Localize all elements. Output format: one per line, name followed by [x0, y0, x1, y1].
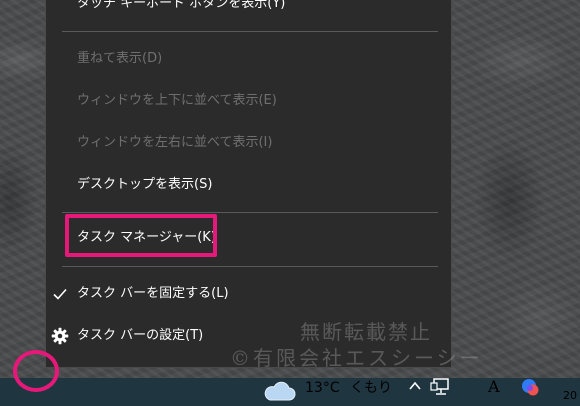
weather-condition-text[interactable]: くもり	[350, 378, 392, 398]
taskbar-context-menu: タッチ キーボード ボタンを表示(Y) 重ねて表示(D) ウィンドウを上下に並べ…	[45, 0, 452, 368]
menu-item-label: ウィンドウを上下に並べて表示(E)	[77, 93, 277, 108]
menu-separator	[62, 266, 438, 267]
menu-separator	[62, 31, 438, 32]
copilot-icon[interactable]	[520, 377, 540, 397]
menu-item-lock-taskbar[interactable]: タスク バーを固定する(L)	[46, 279, 451, 309]
start-area-highlight	[13, 350, 59, 392]
menu-item-label: タスク バーを固定する(L)	[77, 286, 229, 301]
network-icon[interactable]	[430, 378, 452, 396]
gear-icon	[51, 327, 69, 345]
menu-item-show-touch-keyboard[interactable]: タッチ キーボード ボタンを表示(Y)	[46, 0, 451, 19]
clock-text[interactable]: 20	[563, 388, 577, 404]
menu-item-label: タッチ キーボード ボタンを表示(Y)	[77, 0, 286, 11]
task-manager-highlight	[65, 214, 217, 257]
menu-item-side-by-side: ウィンドウを左右に並べて表示(I)	[46, 128, 451, 158]
menu-item-show-desktop[interactable]: デスクトップを表示(S)	[46, 170, 451, 200]
menu-item-stack-windows: ウィンドウを上下に並べて表示(E)	[46, 86, 451, 116]
cloud-icon[interactable]	[262, 380, 296, 402]
chevron-up-icon[interactable]	[408, 379, 422, 393]
menu-item-label: ウィンドウを左右に並べて表示(I)	[77, 135, 273, 150]
menu-item-label: タスク バーの設定(T)	[77, 328, 204, 343]
temperature-text[interactable]: 13°C	[305, 378, 340, 398]
checkmark-icon	[53, 288, 67, 300]
menu-item-label: 重ねて表示(D)	[77, 51, 163, 66]
menu-separator	[62, 212, 438, 213]
menu-item-label: デスクトップを表示(S)	[77, 177, 213, 192]
menu-item-taskbar-settings[interactable]: タスク バーの設定(T)	[46, 321, 451, 351]
ime-indicator[interactable]: A	[488, 377, 500, 397]
menu-item-cascade: 重ねて表示(D)	[46, 44, 451, 74]
